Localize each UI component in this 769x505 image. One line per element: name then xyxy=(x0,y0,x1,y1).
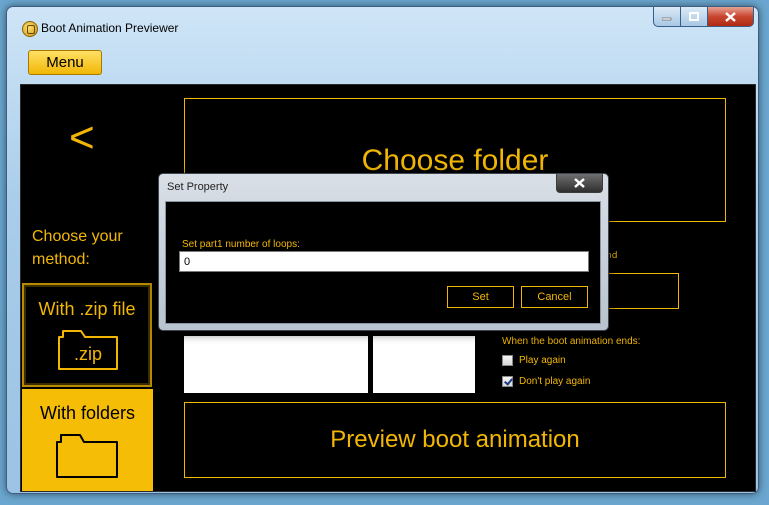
cancel-button[interactable]: Cancel xyxy=(521,286,588,308)
close-icon xyxy=(574,178,585,188)
close-icon xyxy=(725,11,736,22)
caption-buttons xyxy=(653,7,754,27)
method-zip-button[interactable]: With .zip file .zip xyxy=(22,283,152,387)
maximize-icon xyxy=(689,12,699,21)
menu-button[interactable]: Menu xyxy=(28,50,102,75)
window-title: Boot Animation Previewer xyxy=(41,21,179,35)
play-again-label: Play again xyxy=(519,355,566,366)
zip-folder-icon: .zip xyxy=(58,330,118,370)
back-button[interactable]: < xyxy=(69,113,95,163)
minimize-button[interactable] xyxy=(653,7,681,27)
method-folders-button[interactable]: With folders xyxy=(22,389,153,491)
close-button[interactable] xyxy=(708,7,754,27)
play-again-option[interactable]: Play again xyxy=(502,355,566,366)
set-button[interactable]: Set xyxy=(447,286,514,308)
loops-input[interactable] xyxy=(179,251,589,272)
dialog-title: Set Property xyxy=(167,181,229,193)
animation-ends-label: When the boot animation ends: xyxy=(502,336,641,347)
maximize-button[interactable] xyxy=(681,7,708,27)
folder-icon xyxy=(56,434,118,478)
method-zip-label: With .zip file xyxy=(38,299,136,319)
method-folders-label: With folders xyxy=(39,403,136,423)
app-icon xyxy=(22,21,38,37)
dont-play-again-checkbox[interactable] xyxy=(502,376,513,387)
preview-box-left xyxy=(184,336,368,393)
dont-play-again-option[interactable]: Don't play again xyxy=(502,376,590,387)
loops-prompt-label: Set part1 number of loops: xyxy=(182,239,300,250)
dialog-body: Set part1 number of loops: Set Cancel xyxy=(165,201,601,324)
zip-icon-text: .zip xyxy=(74,344,102,364)
preview-box-right xyxy=(373,336,475,393)
choose-method-label: Choose your method: xyxy=(32,228,123,268)
play-again-checkbox[interactable] xyxy=(502,355,513,366)
title-bar[interactable]: Boot Animation Previewer xyxy=(7,7,758,47)
set-property-dialog: Set Property Set part1 number of loops: … xyxy=(158,173,609,331)
dont-play-again-label: Don't play again xyxy=(519,376,591,387)
property-field[interactable] xyxy=(602,273,679,309)
dialog-close-button[interactable] xyxy=(556,174,603,193)
preview-animation-button[interactable]: Preview boot animation xyxy=(184,402,726,478)
minimize-icon xyxy=(662,17,672,20)
